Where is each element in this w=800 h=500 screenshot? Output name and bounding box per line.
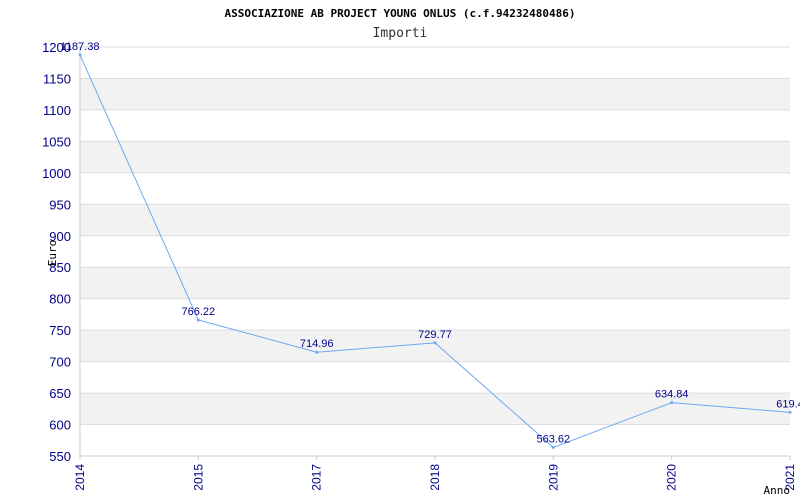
data-point bbox=[670, 401, 674, 405]
y-tick-label: 1150 bbox=[43, 71, 71, 86]
data-label: 766.22 bbox=[182, 306, 216, 318]
y-tick-label: 1000 bbox=[42, 166, 71, 181]
data-point bbox=[551, 445, 555, 449]
data-label: 714.96 bbox=[300, 338, 334, 350]
y-tick-label: 650 bbox=[49, 386, 71, 401]
x-tick-label: 2020 bbox=[665, 464, 679, 491]
x-tick-label: 2017 bbox=[310, 464, 324, 491]
data-label: 1187.38 bbox=[61, 41, 100, 53]
x-tick-label: 2015 bbox=[191, 464, 205, 491]
y-tick-label: 1050 bbox=[42, 134, 71, 149]
grid-band bbox=[80, 204, 790, 236]
chart-subtitle: Importi bbox=[373, 26, 428, 41]
grid-band bbox=[80, 78, 790, 110]
line-chart: 5506006507007508008509009501000105011001… bbox=[42, 7, 800, 497]
y-tick-label: 600 bbox=[49, 418, 71, 433]
x-tick-label: 2018 bbox=[428, 464, 442, 491]
y-tick-label: 700 bbox=[49, 355, 71, 370]
x-axis-label: Anno bbox=[764, 484, 791, 497]
grid-band bbox=[80, 141, 790, 173]
y-axis-label: Euro bbox=[46, 240, 59, 267]
x-axis-ticks: 2014 2015 2017 2018 2019 2020 2021 bbox=[73, 456, 797, 491]
data-point bbox=[78, 53, 82, 57]
data-label: 619.4 bbox=[776, 398, 800, 410]
data-point bbox=[433, 341, 437, 345]
data-label: 729.77 bbox=[418, 329, 452, 341]
y-tick-label: 550 bbox=[49, 449, 71, 464]
data-label: 634.84 bbox=[655, 389, 689, 401]
data-point bbox=[788, 410, 792, 414]
data-point bbox=[315, 350, 319, 354]
y-tick-label: 950 bbox=[49, 197, 71, 212]
data-label: 563.62 bbox=[537, 433, 571, 445]
y-tick-label: 800 bbox=[49, 292, 71, 307]
chart-title: ASSOCIAZIONE AB PROJECT YOUNG ONLUS (c.f… bbox=[225, 7, 576, 20]
grid-bands bbox=[80, 78, 790, 425]
data-point bbox=[196, 318, 200, 322]
y-tick-label: 750 bbox=[49, 323, 71, 338]
x-tick-label: 2019 bbox=[546, 464, 560, 491]
y-tick-label: 1100 bbox=[43, 103, 71, 118]
x-tick-label: 2014 bbox=[73, 464, 87, 491]
